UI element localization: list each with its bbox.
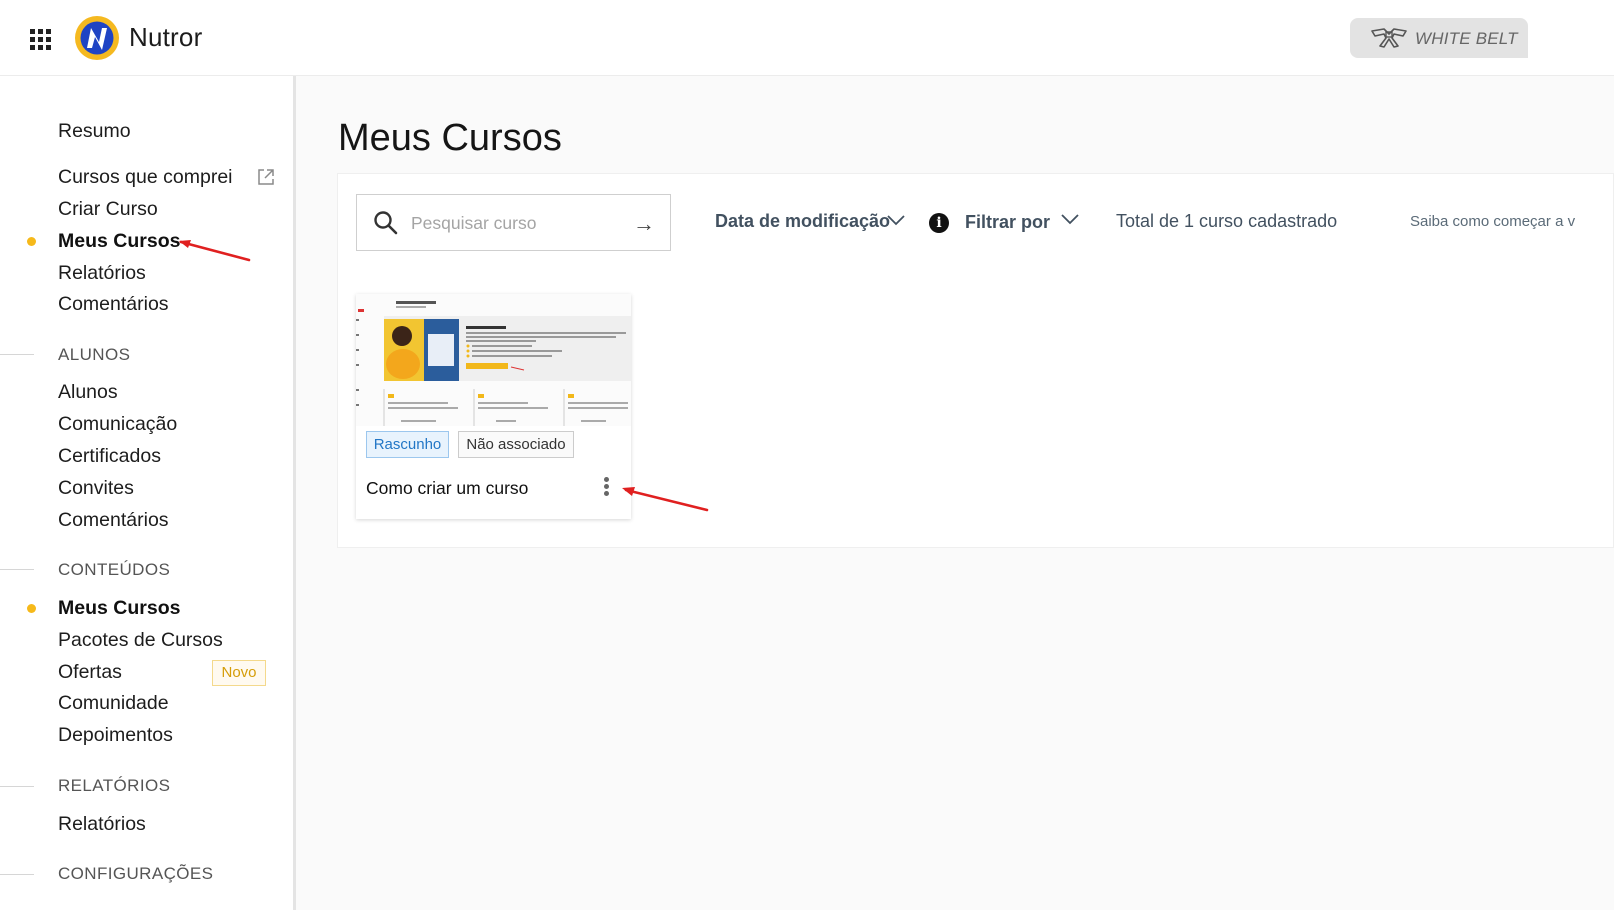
- annotation-arrow: [622, 487, 709, 512]
- sidebar-item-comunidade[interactable]: Comunidade: [58, 692, 169, 715]
- sidebar-item-depoimentos[interactable]: Depoimentos: [58, 724, 173, 747]
- sidebar-item-relatorios-2[interactable]: Relatórios: [58, 813, 146, 836]
- top-bar: Nutror WHITE BELT: [0, 0, 1614, 76]
- apps-grid-icon[interactable]: [30, 29, 51, 50]
- course-thumbnail[interactable]: [356, 294, 631, 426]
- chevron-down-icon[interactable]: [1060, 212, 1080, 226]
- arrow-right-icon[interactable]: →: [633, 211, 655, 237]
- sidebar-item-certificados[interactable]: Certificados: [58, 445, 161, 468]
- course-title[interactable]: Como criar um curso: [366, 478, 528, 499]
- association-badge: Não associado: [458, 431, 574, 458]
- section-title-alunos: ALUNOS: [58, 345, 131, 364]
- search-input[interactable]: [411, 209, 621, 237]
- info-icon[interactable]: i: [929, 213, 949, 233]
- course-card[interactable]: Rascunho Não associado Como criar um cur…: [356, 294, 631, 519]
- section-title-conteudos: CONTEÚDOS: [58, 560, 171, 579]
- sidebar-item-pacotes-de-cursos[interactable]: Pacotes de Cursos: [58, 629, 223, 652]
- sidebar-item-meus-cursos-conteudos[interactable]: Meus Cursos: [58, 597, 180, 620]
- sidebar-item-comentarios-alunos[interactable]: Comentários: [58, 509, 169, 532]
- search-box[interactable]: →: [356, 194, 671, 251]
- sidebar-item-criar-curso[interactable]: Criar Curso: [58, 198, 158, 221]
- section-title-configuracoes: CONFIGURAÇÕES: [58, 864, 214, 883]
- filter-dropdown[interactable]: Filtrar por: [965, 212, 1050, 233]
- total-count: Total de 1 curso cadastrado: [1116, 211, 1338, 231]
- status-badge: Rascunho: [366, 431, 449, 458]
- active-indicator: [27, 237, 36, 246]
- sidebar-item-resumo[interactable]: Resumo: [58, 120, 131, 143]
- section-divider: [0, 874, 34, 875]
- page-title: Meus Cursos: [338, 117, 562, 159]
- sidebar-item-comunicacao[interactable]: Comunicação: [58, 413, 177, 436]
- sidebar-item-convites[interactable]: Convites: [58, 477, 134, 500]
- belt-label: WHITE BELT: [1415, 29, 1518, 48]
- chevron-down-icon[interactable]: [886, 213, 906, 227]
- section-divider: [0, 786, 34, 787]
- sort-dropdown[interactable]: Data de modificação: [715, 211, 890, 232]
- active-indicator: [27, 604, 36, 613]
- external-link-icon[interactable]: [257, 168, 275, 186]
- more-options-icon[interactable]: [600, 476, 612, 500]
- belt-icon: [1371, 28, 1407, 48]
- section-divider: [0, 354, 34, 355]
- search-icon: [374, 211, 398, 235]
- sidebar-item-ofertas[interactable]: Ofertas: [58, 661, 122, 684]
- sidebar-item-comentarios[interactable]: Comentários: [58, 293, 169, 316]
- belt-badge[interactable]: WHITE BELT: [1350, 18, 1528, 58]
- new-badge: Novo: [212, 660, 266, 686]
- section-divider: [0, 569, 34, 570]
- sidebar-item-relatorios[interactable]: Relatórios: [58, 262, 146, 285]
- sidebar-item-meus-cursos[interactable]: Meus Cursos: [58, 230, 180, 253]
- help-link[interactable]: Saiba como começar a v: [1410, 213, 1575, 230]
- brand-name[interactable]: Nutror: [129, 22, 202, 53]
- sidebar-item-cursos-que-comprei[interactable]: Cursos que comprei: [58, 166, 233, 189]
- section-title-relatorios: RELATÓRIOS: [58, 776, 171, 795]
- nutror-logo-icon[interactable]: [74, 15, 120, 61]
- sidebar-item-alunos[interactable]: Alunos: [58, 381, 118, 404]
- annotation-arrow: [179, 240, 251, 262]
